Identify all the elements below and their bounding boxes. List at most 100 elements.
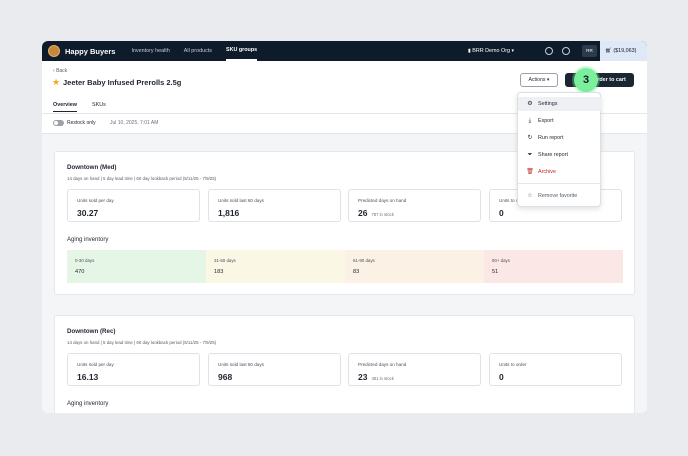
location-settings: 14 days on hand | 5 day lead time | 60 d… bbox=[67, 340, 217, 345]
metric-label: Units sold last 60 days bbox=[218, 198, 264, 203]
metric-units-sold-60-days: Units sold last 60 days 1,816 bbox=[208, 189, 341, 222]
last-updated-timestamp: Jul 10, 2025, 7:01 AM bbox=[110, 120, 159, 126]
location-card: Downtown (Rec) 14 days on hand | 5 day l… bbox=[54, 315, 635, 413]
metric-value: 968 bbox=[218, 372, 232, 382]
metric-value: 16.13 bbox=[77, 372, 98, 382]
step-badge: 3 bbox=[574, 68, 598, 92]
tab-skus[interactable]: SKUs bbox=[92, 99, 106, 111]
trash-icon: 🗑︎ bbox=[526, 169, 534, 175]
top-nav-bar: Happy Buyers Inventory health All produc… bbox=[42, 41, 647, 61]
metric-sub: 787 in stock bbox=[371, 212, 394, 217]
metric-label: Units sold per day bbox=[77, 362, 114, 367]
aging-label: 61-90 days bbox=[353, 258, 375, 263]
menu-item-label: Run report bbox=[538, 135, 564, 141]
metric-number: 16.13 bbox=[77, 372, 99, 382]
metric-units-sold-60-days: Units sold last 60 days 968 bbox=[208, 353, 341, 386]
restock-only-label: Restock only bbox=[67, 120, 96, 126]
app-name: Happy Buyers bbox=[65, 46, 116, 56]
star-icon: ☆ bbox=[527, 193, 533, 199]
aging-value: 183 bbox=[214, 269, 224, 275]
location-settings: 14 days on hand | 5 day lead time | 60 d… bbox=[67, 176, 217, 181]
menu-item-label: Export bbox=[538, 118, 554, 124]
metric-label: Units to order bbox=[499, 362, 527, 367]
aging-inventory-title: Aging inventory bbox=[67, 401, 109, 407]
metric-number: 30.27 bbox=[77, 208, 99, 218]
actions-label: Actions bbox=[528, 77, 546, 83]
menu-item-label: Share report bbox=[538, 152, 568, 158]
metric-value: 0 bbox=[499, 372, 504, 382]
back-link[interactable]: ‹ Back bbox=[53, 68, 67, 74]
aging-bucket-0-30: 0-30 days 470 bbox=[67, 250, 206, 283]
metric-units-sold-per-day: Units sold per day 30.27 bbox=[67, 189, 200, 222]
metric-value: 30.27 bbox=[77, 208, 98, 218]
metric-number: 0 bbox=[499, 208, 504, 218]
cart-icon: 🛒︎ bbox=[605, 48, 612, 54]
location-name: Downtown (Rec) bbox=[67, 328, 116, 335]
metric-sub: 381 in stock bbox=[371, 376, 394, 381]
metric-units-to-order: Units to order 0 bbox=[489, 353, 622, 386]
metric-label: Units sold last 60 days bbox=[218, 362, 264, 367]
logo-icon bbox=[48, 45, 60, 57]
nav-inventory-health[interactable]: Inventory health bbox=[131, 41, 169, 61]
aging-label: 31-60 days bbox=[214, 258, 236, 263]
metric-number: 968 bbox=[218, 372, 233, 382]
menu-item-export[interactable]: ⤓ Export bbox=[518, 114, 602, 128]
actions-button[interactable]: Actions ▾ bbox=[520, 73, 558, 87]
avatar[interactable]: RR bbox=[582, 45, 597, 57]
app-window: Happy Buyers Inventory health All produc… bbox=[42, 41, 647, 413]
metric-value: 0 bbox=[499, 208, 504, 218]
aging-label: 0-30 days bbox=[75, 258, 95, 263]
metric-label: Units sold per day bbox=[77, 198, 114, 203]
metric-predicted-days-on-hand: Predicted days on hand 26 787 in stock bbox=[348, 189, 481, 222]
aging-value: 470 bbox=[75, 269, 85, 275]
menu-item-settings[interactable]: ⚙ Settings bbox=[518, 97, 602, 111]
back-label: Back bbox=[56, 68, 68, 74]
help-icon[interactable] bbox=[562, 47, 570, 55]
menu-item-remove-favorite[interactable]: ☆ Remove favorite bbox=[518, 189, 602, 203]
menu-item-archive[interactable]: 🗑︎ Archive bbox=[518, 165, 602, 179]
gear-icon[interactable] bbox=[545, 47, 553, 55]
menu-item-label: Remove favorite bbox=[538, 193, 578, 199]
metric-number: 1,816 bbox=[218, 208, 240, 218]
metric-label: Predicted days on hand bbox=[358, 198, 407, 203]
metric-units-sold-per-day: Units sold per day 16.13 bbox=[67, 353, 200, 386]
aging-bucket-31-60: 31-60 days 183 bbox=[206, 250, 345, 283]
menu-item-label: Settings bbox=[538, 101, 558, 107]
menu-item-run-report[interactable]: ↻ Run report bbox=[518, 131, 602, 145]
org-selector[interactable]: ▮ BRR Demo Org ▾ bbox=[468, 41, 514, 61]
chevron-left-icon: ‹ bbox=[53, 68, 55, 74]
restock-only-toggle[interactable] bbox=[53, 120, 64, 126]
chevron-down-icon: ▾ bbox=[511, 48, 515, 54]
menu-item-label: Archive bbox=[538, 169, 556, 175]
actions-menu: ⚙ Settings ⤓ Export ↻ Run report ⏷ Share… bbox=[517, 92, 602, 207]
aging-inventory-row: 0-30 days 470 31-60 days 183 61-90 days … bbox=[67, 250, 623, 283]
download-icon: ⤓ bbox=[528, 118, 532, 124]
chevron-down-icon: ▾ bbox=[546, 77, 550, 83]
metric-label: Predicted days on hand bbox=[358, 362, 407, 367]
menu-item-share-report[interactable]: ⏷ Share report bbox=[518, 148, 602, 162]
order-label: order to cart bbox=[594, 77, 626, 83]
aging-bucket-90-plus: 90+ days 51 bbox=[484, 250, 623, 283]
aging-inventory-title: Aging inventory bbox=[67, 237, 109, 243]
metric-number: 26 bbox=[358, 208, 368, 218]
aging-value: 83 bbox=[353, 269, 360, 275]
metric-value: 1,816 bbox=[218, 208, 239, 218]
page-title: Jeeter Baby Infused Prerolls 2.5g bbox=[63, 78, 182, 87]
gear-icon: ⚙ bbox=[527, 101, 533, 107]
metric-number: 23 bbox=[358, 372, 368, 382]
metric-value: 26 787 in stock bbox=[358, 208, 394, 218]
aging-value: 51 bbox=[492, 269, 499, 275]
org-icon: ▮ bbox=[468, 48, 471, 54]
cart-total: ($19,063) bbox=[613, 48, 637, 54]
location-name: Downtown (Med) bbox=[67, 164, 117, 171]
refresh-icon: ↻ bbox=[527, 135, 533, 141]
aging-label: 90+ days bbox=[492, 258, 510, 263]
nav-all-products[interactable]: All products bbox=[184, 41, 212, 61]
metric-predicted-days-on-hand: Predicted days on hand 23 381 in stock bbox=[348, 353, 481, 386]
aging-bucket-61-90: 61-90 days 83 bbox=[345, 250, 484, 283]
cart-button[interactable]: 🛒︎ ($19,063) bbox=[600, 41, 647, 61]
org-name: BRR Demo Org bbox=[472, 48, 511, 54]
tab-overview[interactable]: Overview bbox=[53, 99, 77, 112]
star-icon[interactable]: ★ bbox=[52, 77, 60, 87]
nav-sku-groups[interactable]: SKU groups bbox=[225, 41, 258, 61]
